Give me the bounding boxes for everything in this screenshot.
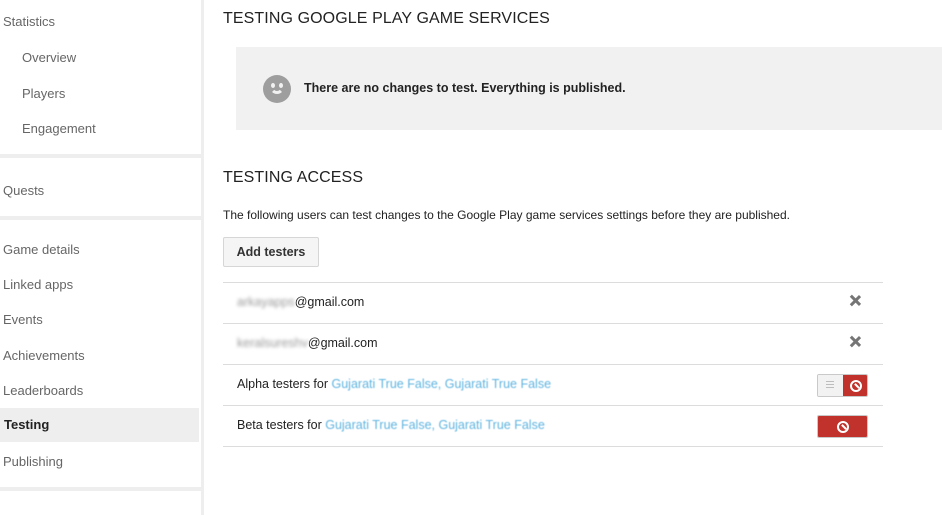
toggle-off-segment (818, 375, 843, 396)
tester-email: keralsureshv@gmail.com (237, 336, 378, 350)
toggle-disabled-segment (818, 416, 867, 437)
sidebar-item-statistics[interactable]: Statistics (3, 14, 55, 29)
list-item: keralsureshv@gmail.com (223, 323, 883, 364)
sidebar-item-publishing[interactable]: Publishing (3, 454, 63, 469)
list-item: Beta testers for Gujarati True False, Gu… (223, 405, 883, 447)
blurred-username: arkayapps (237, 295, 295, 309)
blurred-username: keralsureshv (237, 336, 308, 350)
beta-testers-toggle[interactable] (817, 415, 868, 438)
list-item: Alpha testers for Gujarati True False, G… (223, 364, 883, 405)
notice-text: There are no changes to test. Everything… (304, 81, 626, 95)
sidebar-item-linked-apps[interactable]: Linked apps (3, 277, 73, 292)
testers-list: arkayapps@gmail.com keralsureshv@gmail.c… (223, 282, 883, 447)
add-testers-button[interactable]: Add testers (223, 237, 319, 267)
group-label: Alpha testers for Gujarati True False, G… (237, 377, 551, 391)
group-link[interactable]: Gujarati True False, Gujarati True False (332, 377, 552, 391)
block-icon (836, 420, 849, 433)
list-item: arkayapps@gmail.com (223, 282, 883, 323)
toggle-disabled-segment (843, 375, 867, 396)
alpha-testers-toggle[interactable] (817, 374, 868, 397)
group-label-text: Beta testers for (237, 418, 326, 432)
group-label: Beta testers for Gujarati True False, Gu… (237, 418, 545, 432)
sidebar-item-players[interactable]: Players (22, 86, 65, 101)
tester-email: arkayapps@gmail.com (237, 295, 364, 309)
page-title: TESTING GOOGLE PLAY GAME SERVICES (223, 10, 550, 27)
close-icon[interactable] (847, 293, 863, 309)
sidebar-item-leaderboards[interactable]: Leaderboards (3, 383, 83, 398)
group-label-text: Alpha testers for (237, 377, 332, 391)
sidebar-divider (0, 487, 201, 491)
email-domain: @gmail.com (294, 295, 365, 309)
sidebar-item-testing[interactable]: Testing (0, 408, 199, 442)
email-domain: @gmail.com (307, 336, 378, 350)
close-icon[interactable] (847, 334, 863, 350)
sidebar-item-overview[interactable]: Overview (22, 50, 76, 65)
smiley-icon (263, 75, 291, 103)
sidebar-item-engagement[interactable]: Engagement (22, 121, 96, 136)
section-description: The following users can test changes to … (223, 208, 790, 222)
sidebar-item-quests[interactable]: Quests (3, 183, 44, 198)
sidebar-divider (0, 154, 201, 158)
group-link[interactable]: Gujarati True False, Gujarati True False (325, 418, 545, 432)
sidebar-item-achievements[interactable]: Achievements (3, 348, 85, 363)
sidebar: Statistics Overview Players Engagement Q… (0, 0, 204, 515)
sidebar-item-game-details[interactable]: Game details (3, 242, 80, 257)
bars-icon (826, 381, 834, 390)
block-icon (849, 379, 862, 392)
sidebar-divider (0, 216, 201, 220)
sidebar-item-events[interactable]: Events (3, 312, 43, 327)
section-title: TESTING ACCESS (223, 169, 364, 186)
notice-box: There are no changes to test. Everything… (236, 47, 942, 130)
